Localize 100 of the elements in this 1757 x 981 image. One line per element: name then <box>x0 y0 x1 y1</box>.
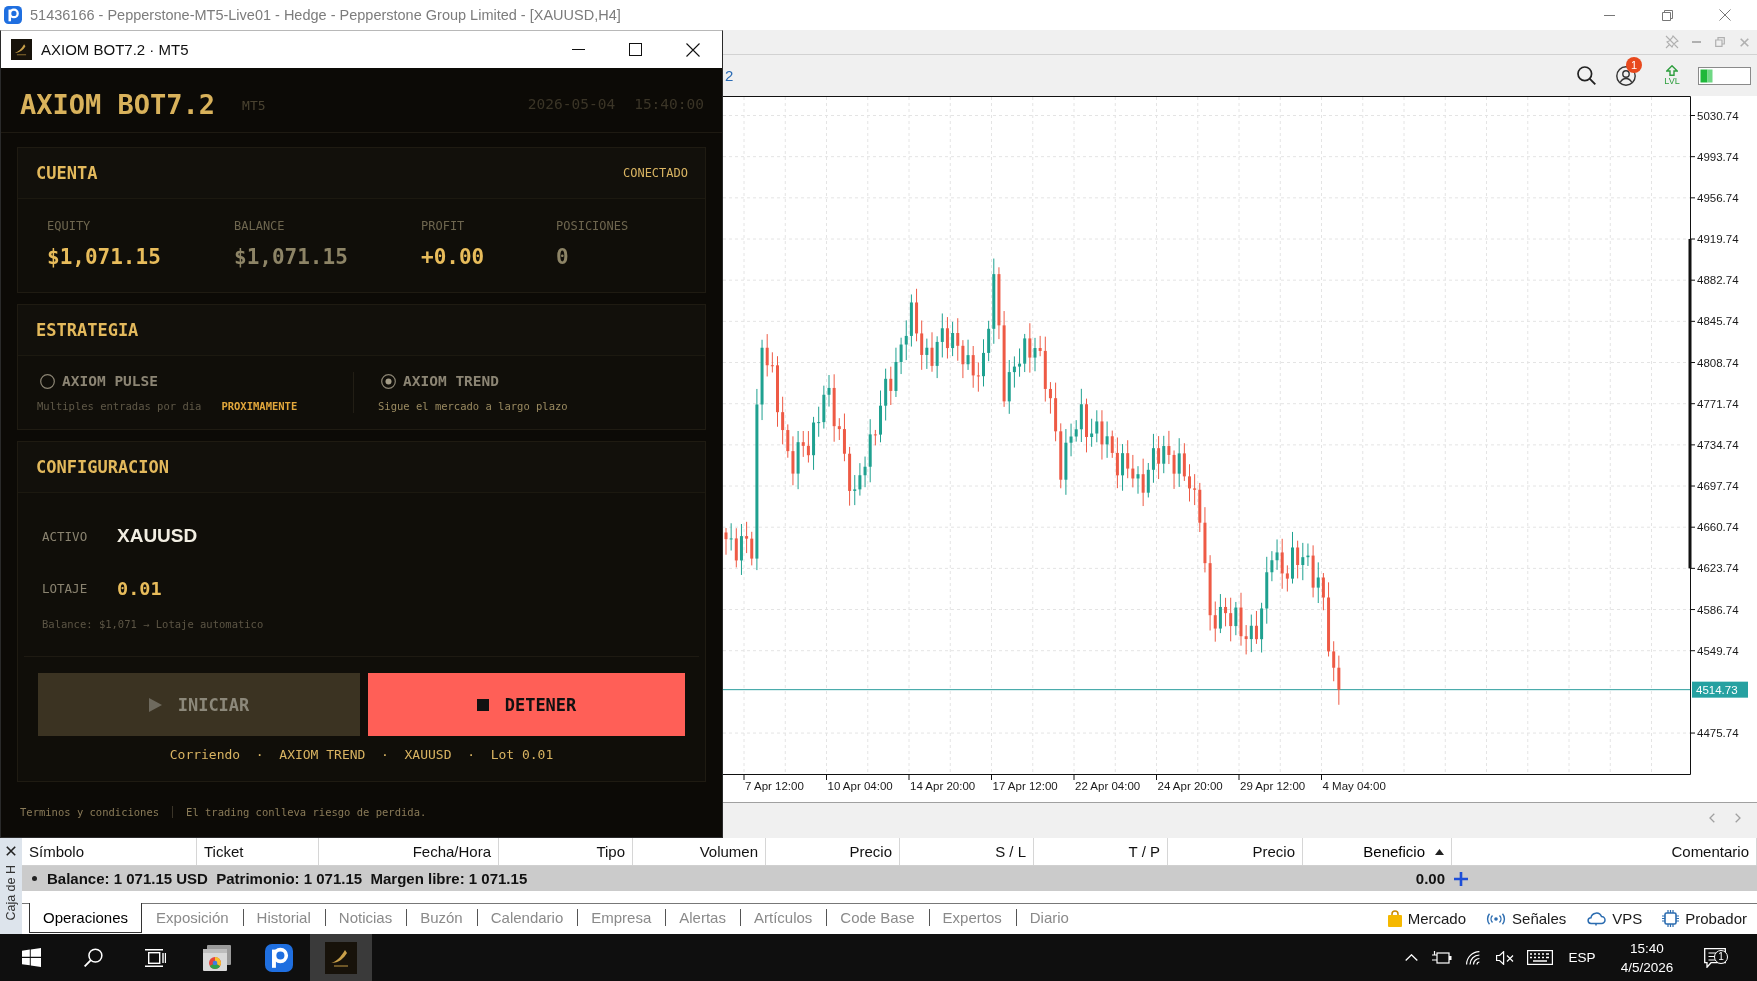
notification-badge: 1 <box>1714 949 1728 964</box>
strategy-description: Multiples entradas por dia <box>37 400 202 412</box>
service-button[interactable]: Señales <box>1486 910 1567 927</box>
muted-speaker-icon[interactable] <box>1495 950 1515 965</box>
logo-icon <box>265 943 293 972</box>
task-view-icon <box>144 948 166 967</box>
stat-value: 0 <box>556 244 570 270</box>
price-axis-label: 4475.74 <box>1697 727 1739 740</box>
stat-label: BALANCE <box>234 219 286 233</box>
price-axis-label: 4549.74 <box>1697 644 1739 657</box>
service-button[interactable]: VPS <box>1586 910 1643 927</box>
stop-icon <box>476 698 489 711</box>
stat-value: $1,071.15 <box>47 244 162 270</box>
search-icon <box>83 948 103 967</box>
stat-value: $1,071.15 <box>234 244 349 270</box>
keyboard-icon[interactable] <box>1527 950 1553 965</box>
window-title: AXIOM BOT7.2 · MT5 <box>41 41 189 58</box>
current-price-label: 4514.73 <box>1692 681 1748 698</box>
chevron-up-icon[interactable] <box>1404 954 1418 961</box>
price-axis-label: 4660.74 <box>1697 521 1739 534</box>
service-button[interactable]: Mercado <box>1387 910 1467 927</box>
toolbox-tab[interactable]: Operaciones <box>29 903 143 933</box>
restore-icon[interactable] <box>1661 9 1673 21</box>
language-indicator[interactable]: ESP <box>1568 950 1596 965</box>
play-icon <box>148 697 162 712</box>
toolbox-tab[interactable]: Exposición <box>142 903 243 933</box>
close-icon[interactable] <box>685 42 700 57</box>
time-axis-label: 10 Apr 04:00 <box>827 780 893 792</box>
bullet-icon <box>32 876 37 881</box>
service-button[interactable]: Probador <box>1662 910 1747 927</box>
sort-arrow-icon <box>1435 848 1444 855</box>
price-axis-label: 4845.74 <box>1697 315 1739 328</box>
minimize-icon[interactable] <box>1603 14 1615 16</box>
toolbox-tab[interactable]: Calendario <box>476 903 578 933</box>
window-panes-icon <box>21 948 41 967</box>
cloud-icon <box>1586 911 1607 926</box>
field-value: XAUUSD <box>117 525 198 547</box>
stat-label: POSICIONES <box>556 219 630 233</box>
window-title: 51436166 - Pepperstone-MT5-Live01 - Hedge - Pepperstone Group Limited - [XAUUSD,H4] <box>30 7 621 23</box>
lot-hint: Balance: $1,071 → Lotaje automatico <box>42 617 265 631</box>
price-axis-label: 4993.74 <box>1697 150 1739 163</box>
coming-soon-label: PROXIMAMENTE <box>221 400 298 412</box>
app-icon <box>11 39 32 60</box>
section-title: CONFIGURACION <box>36 457 170 477</box>
terms-link[interactable]: Terminos y condiciones <box>20 805 160 818</box>
strategy-name: AXIOM TREND <box>403 373 500 389</box>
notification-badge: 1 <box>1626 56 1642 73</box>
status-text: Corriendo · AXIOM TREND · XAUUSD · Lot 0.01 <box>168 747 555 763</box>
price-axis-label: 4697.74 <box>1697 480 1739 493</box>
toolbox-tab[interactable]: Noticias <box>324 903 407 933</box>
price-axis-label: 4771.74 <box>1697 397 1739 410</box>
time-axis-label: 24 Apr 20:00 <box>1157 780 1223 792</box>
strategy-description: Sigue el mercado a largo plazo <box>378 400 568 412</box>
connection-status: CONECTADO <box>622 166 688 180</box>
price-axis-label: 4586.74 <box>1697 603 1739 616</box>
close-icon[interactable] <box>6 846 16 856</box>
toolbox-label: Caja de H <box>4 865 18 921</box>
time-axis-label: 4 May 04:00 <box>1322 780 1386 792</box>
price-axis-label: 5030.74 <box>1697 109 1739 122</box>
platform-label: MT5 <box>242 98 266 113</box>
clock-date[interactable]: 4/5/2026 <box>1620 957 1674 977</box>
search-icon[interactable] <box>1576 66 1596 85</box>
time-axis-label: 17 Apr 12:00 <box>992 780 1058 792</box>
stat-label: PROFIT <box>421 219 466 233</box>
radio-button[interactable] <box>381 373 396 389</box>
toolbox-tab[interactable]: Code Base <box>826 903 929 933</box>
time-axis-label: 14 Apr 20:00 <box>910 780 976 792</box>
strategy-name: AXIOM PULSE <box>62 373 159 389</box>
plus-icon[interactable] <box>1454 871 1468 886</box>
profit-total: 0.00 <box>1415 870 1445 887</box>
app-window-icon <box>203 944 231 971</box>
toolbox-tab[interactable]: Alertas <box>665 903 740 933</box>
app-icon <box>325 941 357 974</box>
toolbox-tab[interactable]: Artículos <box>739 903 827 933</box>
app-title: AXIOM BOT7.2 <box>20 88 216 120</box>
time-axis-label: 7 Apr 12:00 <box>745 780 804 792</box>
price-axis-label: 4919.74 <box>1697 233 1739 245</box>
shopping-bag-icon <box>1387 910 1402 927</box>
field-value: 0.01 <box>117 577 162 599</box>
disclaimer-text: El trading conlleva riesgo de perdida. <box>186 805 427 818</box>
section-title: ESTRATEGIA <box>36 320 139 340</box>
up-arrow-icon <box>1666 65 1678 76</box>
broadcast-icon <box>1486 912 1507 925</box>
field-label: LOTAJE <box>42 580 89 596</box>
stat-label: EQUITY <box>47 219 92 233</box>
chart-tab-label[interactable]: 2 <box>725 67 734 84</box>
section-title: CUENTA <box>36 163 98 183</box>
toolbox-tab[interactable]: Buzón <box>406 903 477 933</box>
price-axis-label: 4808.74 <box>1697 356 1739 369</box>
battery-icon[interactable] <box>1432 951 1452 964</box>
stop-button[interactable]: DETENER <box>368 673 685 736</box>
account-summary: Balance: 1 071.15 USD Patrimonio: 1 071.15 Margen libre: 1 071.15 <box>47 870 528 887</box>
price-axis-label: 4882.74 <box>1697 274 1739 287</box>
notification-icon[interactable] <box>1704 947 1726 968</box>
logo-icon <box>4 6 22 24</box>
price-axis-label: 4623.74 <box>1697 562 1739 575</box>
clock-time[interactable]: 15:40 <box>1630 938 1664 958</box>
price-axis-label: 4734.74 <box>1697 438 1739 451</box>
chip-icon <box>1662 910 1680 927</box>
maximize-icon[interactable] <box>629 43 642 56</box>
